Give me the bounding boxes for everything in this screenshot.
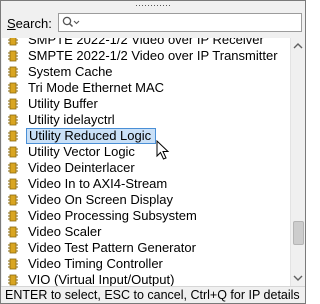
ip-core-icon	[8, 162, 18, 174]
list-item[interactable]: Utility Vector Logic	[2, 144, 290, 160]
scroll-up-arrow-icon[interactable]	[293, 41, 303, 51]
vertical-scrollbar[interactable]	[290, 38, 304, 286]
search-label-mnemonic: S	[7, 15, 16, 31]
search-icon[interactable]	[59, 14, 84, 31]
ip-core-icon	[8, 210, 18, 222]
list-item-label: Video In to AXI4-Stream	[28, 176, 168, 191]
list-item-label: System Cache	[28, 64, 113, 79]
list-item[interactable]: SMPTE 2022-1/2 Video over IP Receiver	[2, 38, 290, 48]
ip-core-icon	[8, 194, 18, 206]
ip-core-icon	[8, 178, 18, 190]
ip-search-popup: Search: SMPTE 2022-1/2 Video over IP Rec…	[0, 0, 306, 304]
ip-core-icon	[8, 242, 18, 254]
list-item-label: Video Processing Subsystem	[28, 208, 197, 223]
ip-core-icon	[8, 98, 18, 110]
ip-core-icon	[8, 130, 18, 142]
list-item-label: Video Timing Controller	[28, 256, 163, 271]
list-item-label: Utility Reduced Logic	[26, 128, 157, 144]
ip-core-icon	[8, 50, 18, 62]
search-label: Search:	[7, 15, 52, 31]
search-row: Search:	[1, 10, 305, 36]
scrollbar-track[interactable]	[291, 54, 304, 270]
list-item[interactable]: Video Timing Controller	[2, 256, 290, 272]
list-item[interactable]: Video In to AXI4-Stream	[2, 176, 290, 192]
list-item[interactable]: Utility Buffer	[2, 96, 290, 112]
ip-list: SMPTE 2022-1/2 Video over IP Receiver SMP…	[2, 38, 290, 286]
ip-core-icon	[8, 258, 18, 270]
resize-grip[interactable]	[1, 1, 305, 10]
list-item-label: Video On Screen Display	[28, 192, 174, 207]
scroll-down-arrow-icon[interactable]	[293, 273, 303, 283]
mouse-pointer-icon	[156, 140, 170, 160]
list-item-label: Video Scaler	[28, 224, 102, 239]
list-item[interactable]: VIO (Virtual Input/Output)	[2, 272, 290, 286]
search-box[interactable]	[58, 13, 302, 32]
list-item-label: Video Deinterlacer	[28, 160, 135, 175]
list-item-label: VIO (Virtual Input/Output)	[28, 272, 175, 286]
list-item-label: Utility Vector Logic	[28, 144, 135, 159]
list-item-label: Utility Buffer	[28, 96, 98, 111]
ip-core-icon	[8, 82, 18, 94]
list-item[interactable]: System Cache	[2, 64, 290, 80]
list-item[interactable]: Video Test Pattern Generator	[2, 240, 290, 256]
ip-core-icon	[8, 38, 18, 46]
ip-core-icon	[8, 114, 18, 126]
list-item[interactable]: Utility Reduced Logic	[2, 128, 290, 144]
list-item[interactable]: Video Processing Subsystem	[2, 208, 290, 224]
ip-core-icon	[8, 226, 18, 238]
list-item[interactable]: Utility idelayctrl	[2, 112, 290, 128]
list-item-label: SMPTE 2022-1/2 Video over IP Transmitter	[28, 48, 278, 63]
list-item[interactable]: Tri Mode Ethernet MAC	[2, 80, 290, 96]
scrollbar-thumb[interactable]	[293, 221, 304, 245]
list-item-label: Video Test Pattern Generator	[28, 240, 196, 255]
list-item-label: SMPTE 2022-1/2 Video over IP Receiver	[28, 38, 264, 47]
ip-core-icon	[8, 146, 18, 158]
list-item[interactable]: SMPTE 2022-1/2 Video over IP Transmitter	[2, 48, 290, 64]
list-item[interactable]: Video On Screen Display	[2, 192, 290, 208]
ip-core-icon	[8, 274, 18, 286]
list-item[interactable]: Video Scaler	[2, 224, 290, 240]
ip-catalog-list[interactable]: SMPTE 2022-1/2 Video over IP Receiver SMP…	[2, 38, 304, 286]
list-item-label: Tri Mode Ethernet MAC	[28, 80, 165, 95]
list-item[interactable]: Video Deinterlacer	[2, 160, 290, 176]
list-item-label: Utility idelayctrl	[28, 112, 115, 127]
ip-core-icon	[8, 66, 18, 78]
search-input[interactable]	[84, 14, 294, 31]
status-hint: ENTER to select, ESC to cancel, Ctrl+Q f…	[1, 286, 305, 303]
